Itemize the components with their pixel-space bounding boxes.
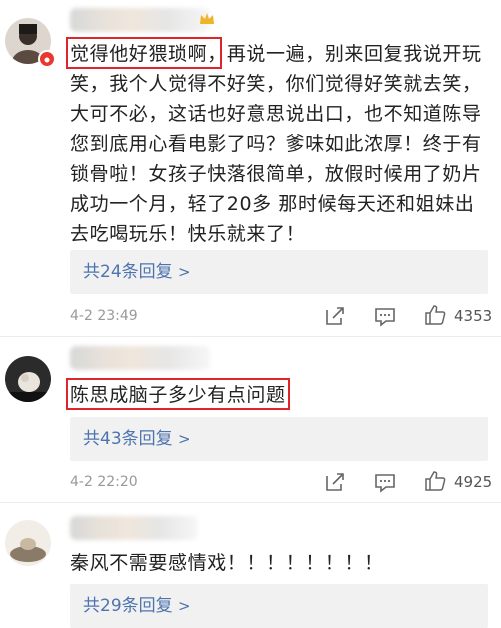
like-count: 4925 — [454, 473, 493, 491]
highlight-box — [66, 378, 290, 410]
highlight-box — [66, 37, 222, 69]
divider — [0, 502, 501, 503]
like-count: 4353 — [454, 307, 493, 325]
username-blurred[interactable] — [70, 346, 210, 370]
comment-icon[interactable] — [374, 305, 396, 331]
username-blurred[interactable] — [70, 516, 198, 540]
replies-box[interactable]: 共43条回复 > — [70, 417, 488, 461]
share-icon[interactable] — [324, 305, 346, 331]
replies-box[interactable]: 共29条回复 > — [70, 584, 488, 628]
comment-text: 觉得他好猥琐啊，再说一遍，别来回复我说开玩 笑，我个人觉得不好笑，你们觉得好笑就… — [70, 43, 482, 245]
timestamp: 4-2 22:20 — [70, 474, 138, 490]
avatar[interactable] — [5, 356, 51, 402]
replies-link[interactable]: 共43条回复 > — [70, 429, 191, 449]
chevron-right-icon: > — [178, 597, 191, 615]
username-blurred[interactable] — [70, 8, 210, 32]
like-icon[interactable] — [424, 304, 446, 330]
divider — [0, 336, 501, 337]
comment-icon[interactable] — [374, 471, 396, 497]
like-icon[interactable] — [424, 470, 446, 496]
verified-badge-icon — [38, 50, 56, 68]
comment-text: 秦风不需要感情戏！！！！！！！！ — [70, 552, 384, 574]
chevron-right-icon: > — [178, 263, 191, 281]
replies-link[interactable]: 共29条回复 > — [70, 596, 191, 616]
replies-box[interactable]: 共24条回复 > — [70, 250, 488, 294]
chevron-right-icon: > — [178, 430, 191, 448]
replies-link[interactable]: 共24条回复 > — [70, 262, 191, 282]
share-icon[interactable] — [324, 471, 346, 497]
timestamp: 4-2 23:49 — [70, 308, 138, 324]
avatar[interactable] — [5, 520, 51, 566]
member-crown-icon — [198, 10, 216, 32]
